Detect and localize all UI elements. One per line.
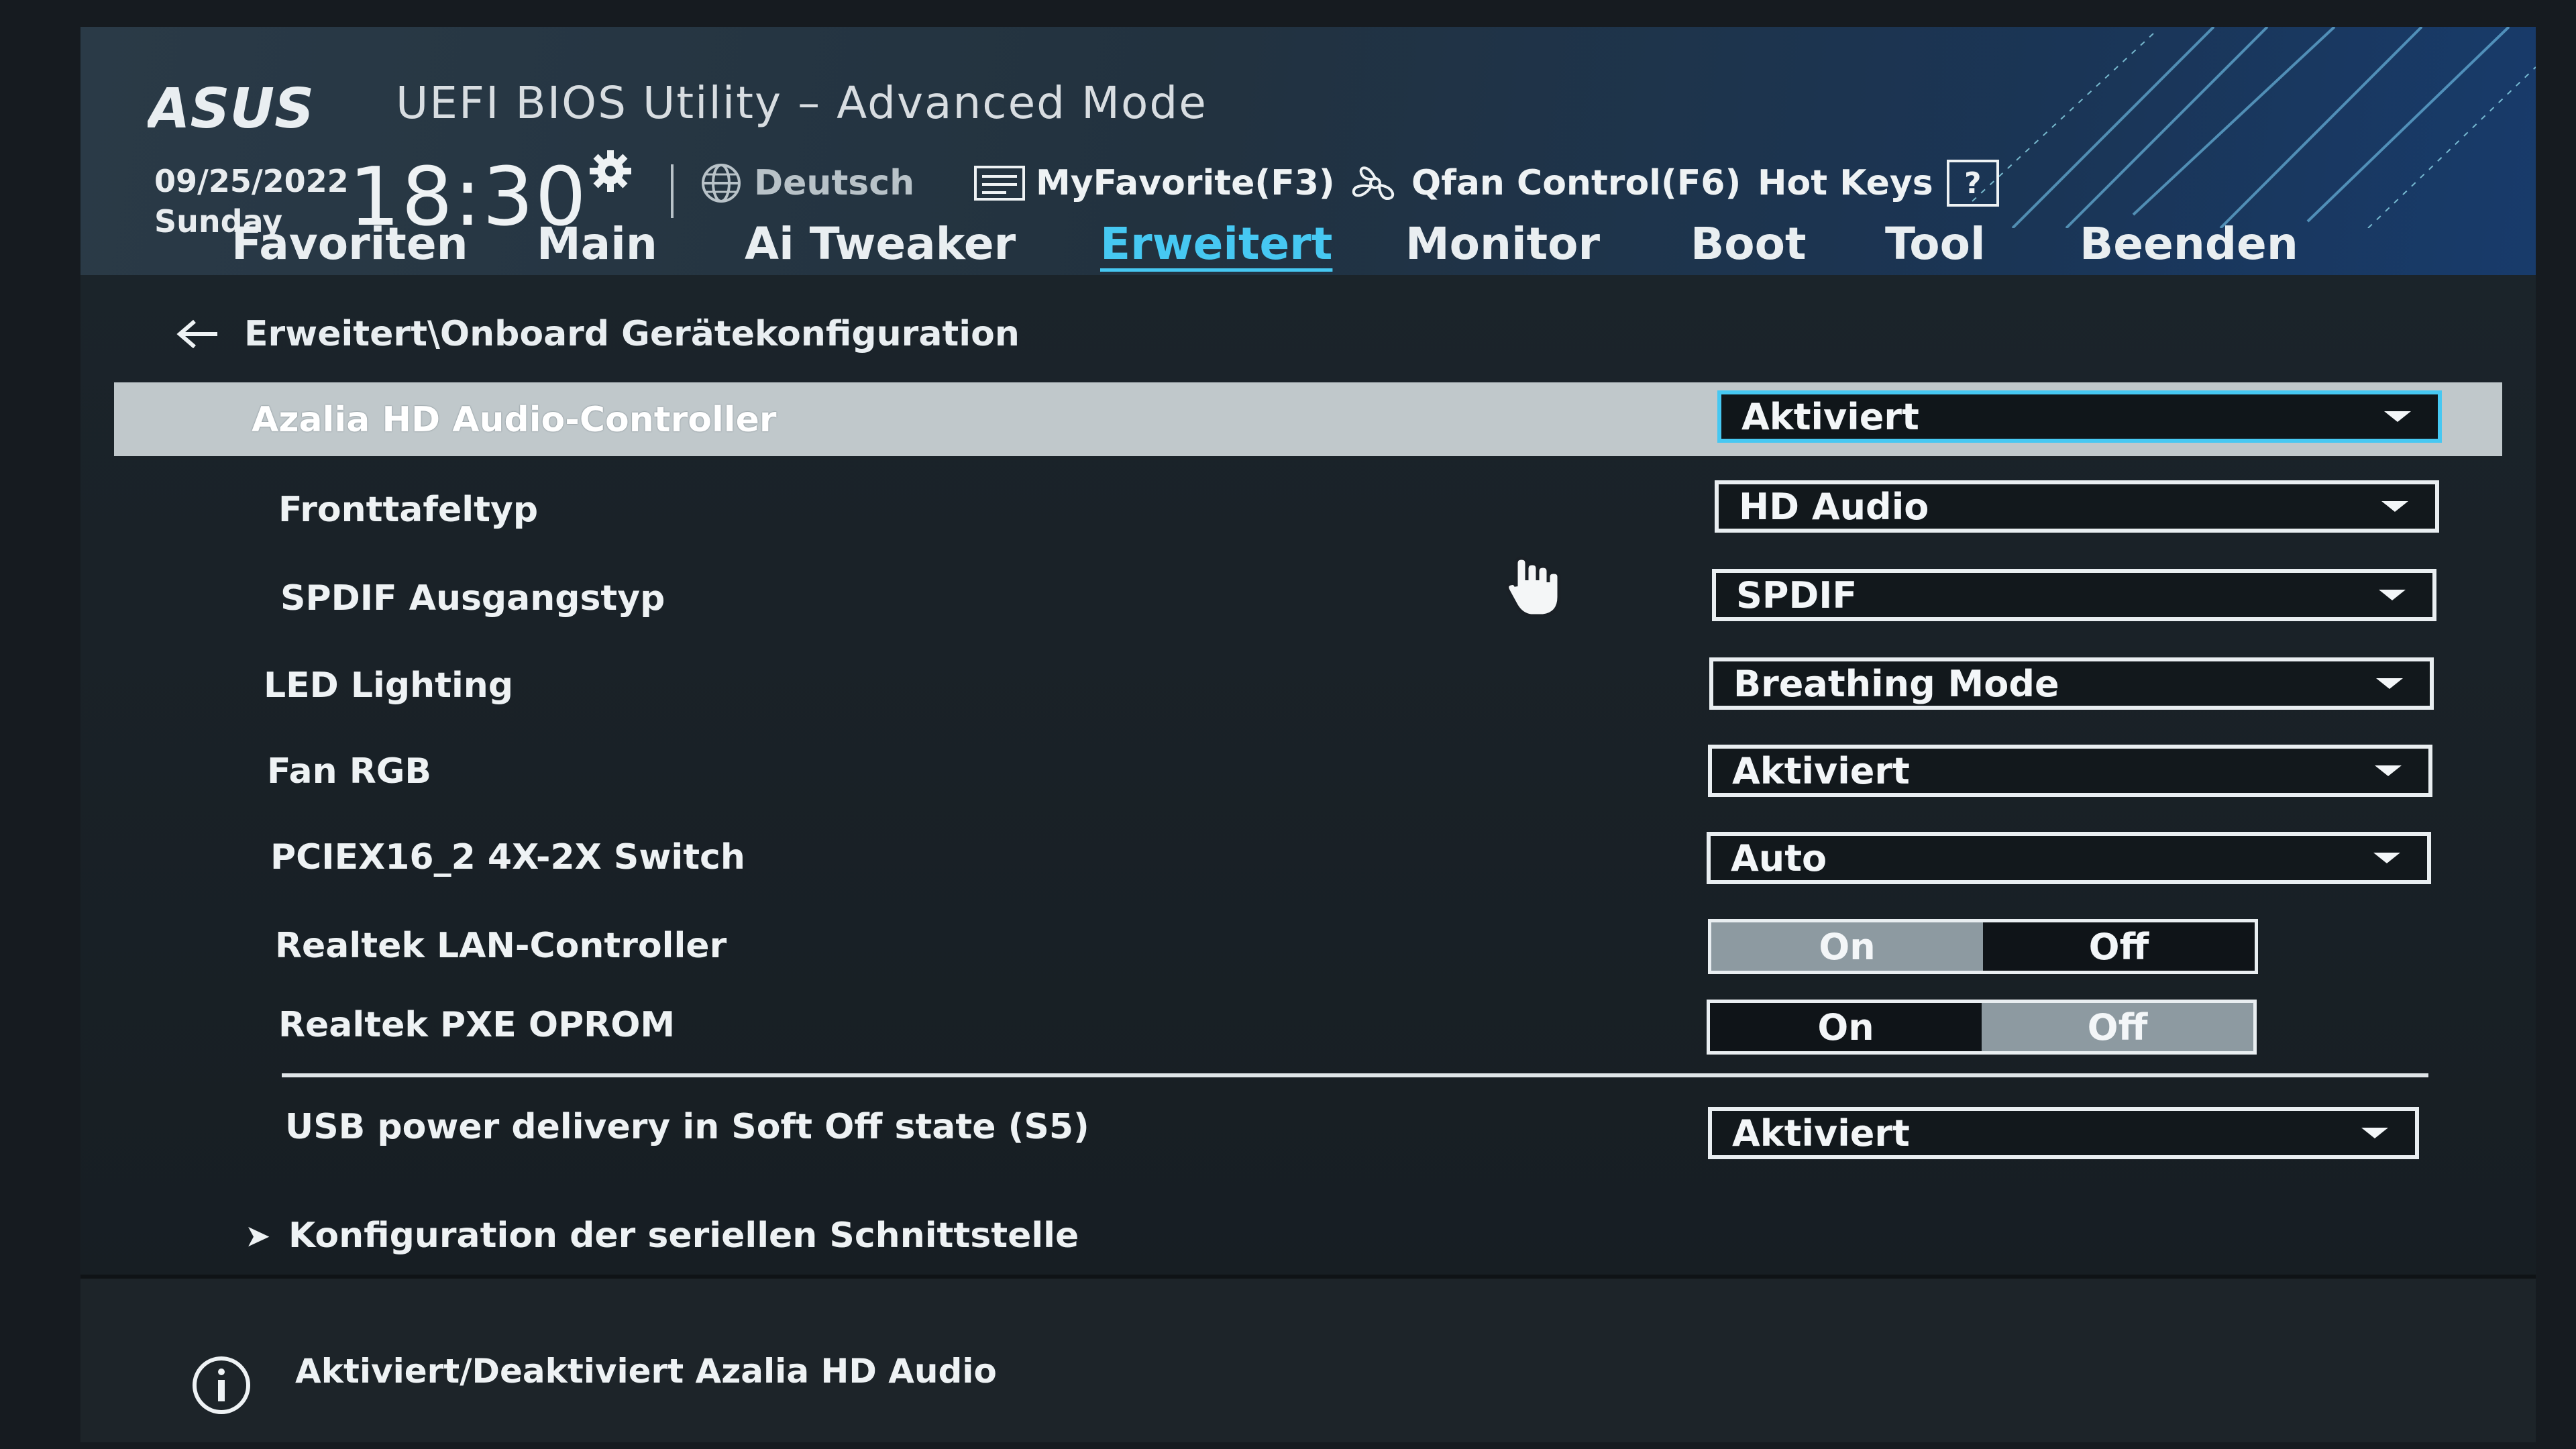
realtek-lan-toggle[interactable]: On Off — [1708, 919, 2258, 974]
tab-monitor[interactable]: Monitor — [1405, 218, 1600, 270]
realtek-pxe-toggle[interactable]: On Off — [1707, 1000, 2257, 1055]
page-title: UEFI BIOS Utility – Advanced Mode — [396, 77, 1208, 129]
setting-label-fronttafeltyp[interactable]: Fronttafeltyp — [278, 490, 538, 530]
chevron-down-icon — [2375, 765, 2402, 776]
myfavorite-label: MyFavorite(F3) — [1036, 163, 1335, 203]
hotkeys-button[interactable]: Hot Keys ? — [1758, 160, 1999, 207]
info-icon — [193, 1356, 250, 1414]
qfan-button[interactable]: Qfan Control(F6) — [1348, 160, 1741, 207]
asus-logo: ASUS — [148, 80, 314, 141]
svg-text:ASUS: ASUS — [148, 80, 314, 141]
myfavorite-button[interactable]: MyFavorite(F3) — [973, 160, 1335, 207]
spdif-value: SPDIF — [1736, 574, 1858, 616]
fan-rgb-value: Aktiviert — [1732, 749, 1910, 792]
led-lighting-value: Breathing Mode — [1733, 662, 2059, 705]
tab-ai-tweaker[interactable]: Ai Tweaker — [745, 218, 1016, 270]
setting-label-pciex16[interactable]: PCIEX16_2 4X-2X Switch — [270, 837, 745, 877]
breadcrumb: Erweitert\Onboard Gerätekonfiguration — [174, 314, 1020, 354]
header: ASUS UEFI BIOS Utility – Advanced Mode 0… — [80, 27, 2536, 275]
tab-tool[interactable]: Tool — [1885, 218, 1986, 270]
setting-label-spdif[interactable]: SPDIF Ausgangstyp — [280, 578, 665, 619]
fan-icon — [1352, 166, 1395, 201]
tab-main[interactable]: Main — [537, 218, 657, 270]
submenu-serial-port[interactable]: Konfiguration der seriellen Schnittstell… — [288, 1216, 1079, 1256]
chevron-down-icon — [2384, 411, 2411, 422]
setting-label-realtek-lan[interactable]: Realtek LAN-Controller — [275, 926, 727, 966]
chevron-right-icon: ➤ — [245, 1218, 271, 1254]
tab-erweitert[interactable]: Erweitert — [1100, 218, 1332, 270]
pciex16-dropdown[interactable]: Auto — [1707, 832, 2431, 884]
chevron-down-icon — [2361, 1128, 2388, 1138]
date: 09/25/2022 — [154, 163, 349, 199]
realtek-pxe-off[interactable]: Off — [1982, 1003, 2253, 1051]
realtek-lan-off[interactable]: Off — [1983, 922, 2255, 971]
qfan-label: Qfan Control(F6) — [1411, 163, 1741, 203]
breadcrumb-path: Erweitert\Onboard Gerätekonfiguration — [244, 314, 1020, 354]
realtek-pxe-on[interactable]: On — [1710, 1003, 1982, 1051]
setting-label-azalia[interactable]: Azalia HD Audio-Controller — [252, 400, 777, 440]
fronttafeltyp-dropdown[interactable]: HD Audio — [1715, 480, 2439, 533]
tab-favoriten[interactable]: Favoriten — [231, 218, 468, 270]
chevron-down-icon — [2379, 590, 2406, 600]
back-arrow-icon[interactable] — [174, 317, 221, 351]
spdif-dropdown[interactable]: SPDIF — [1712, 569, 2436, 621]
language-button[interactable]: Deutsch — [698, 160, 914, 207]
gear-icon[interactable] — [587, 148, 634, 195]
chevron-down-icon — [2373, 853, 2400, 863]
tab-boot[interactable]: Boot — [1690, 218, 1807, 270]
section-divider — [282, 1073, 2428, 1077]
setting-label-realtek-pxe[interactable]: Realtek PXE OPROM — [278, 1005, 675, 1045]
hand-cursor-icon — [1505, 556, 1561, 618]
chevron-down-icon — [2376, 678, 2403, 689]
hotkeys-label: Hot Keys — [1758, 163, 1933, 203]
favorite-list-icon — [974, 166, 1025, 201]
setting-label-led-lighting[interactable]: LED Lighting — [264, 665, 513, 706]
decorative-art — [1972, 27, 2536, 228]
pciex16-value: Auto — [1731, 837, 1827, 879]
fronttafeltyp-value: HD Audio — [1739, 485, 1929, 528]
bios-screen: ASUS UEFI BIOS Utility – Advanced Mode 0… — [80, 27, 2536, 1442]
setting-label-usb-power[interactable]: USB power delivery in Soft Off state (S5… — [285, 1107, 1089, 1147]
tab-beenden[interactable]: Beenden — [2080, 218, 2298, 270]
usb-power-dropdown[interactable]: Aktiviert — [1708, 1107, 2419, 1159]
realtek-lan-on[interactable]: On — [1711, 922, 1983, 971]
azalia-value: Aktiviert — [1741, 395, 1919, 438]
main-tabs: Favoriten Main Ai Tweaker Erweitert Moni… — [80, 218, 2536, 278]
azalia-dropdown[interactable]: Aktiviert — [1717, 390, 2442, 443]
usb-power-value: Aktiviert — [1732, 1112, 1910, 1155]
header-divider — [671, 164, 674, 218]
help-icon: ? — [1946, 160, 1999, 207]
globe-icon — [702, 164, 741, 203]
led-lighting-dropdown[interactable]: Breathing Mode — [1709, 657, 2434, 710]
fan-rgb-dropdown[interactable]: Aktiviert — [1708, 745, 2432, 797]
chevron-down-icon — [2381, 501, 2408, 512]
language-label: Deutsch — [754, 163, 915, 203]
help-text: Aktiviert/Deaktiviert Azalia HD Audio — [295, 1352, 997, 1391]
setting-label-fan-rgb[interactable]: Fan RGB — [267, 751, 431, 792]
